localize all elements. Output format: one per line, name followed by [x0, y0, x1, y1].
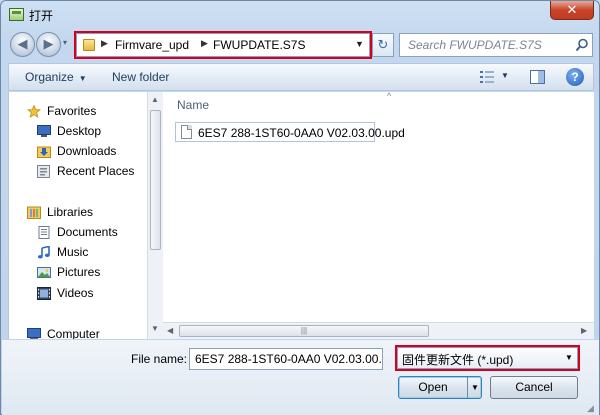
view-options-dropdown-icon[interactable]: ▼: [501, 71, 509, 80]
file-type-dropdown-icon[interactable]: ▼: [565, 353, 573, 362]
nav-item-label: Music: [57, 245, 89, 259]
nav-item-label: Desktop: [57, 124, 102, 138]
address-dropdown-icon[interactable]: ▼: [355, 39, 364, 49]
command-toolbar: Organize ▼ New folder ▼ ?: [8, 63, 594, 91]
column-header-label: Name: [177, 98, 210, 112]
nav-item-label: Pictures: [57, 265, 101, 279]
open-options-dropdown-icon[interactable]: ▼: [467, 377, 482, 398]
computer-icon: [27, 328, 41, 339]
breadcrumb-firmvare-upd[interactable]: Firmvare_upd: [115, 38, 189, 52]
documents-icon: [38, 226, 50, 239]
resize-grip-icon[interactable]: ◢: [587, 403, 594, 414]
nav-item-label: Computer: [47, 327, 100, 339]
nav-item-label: Recent Places: [57, 164, 135, 178]
address-bar[interactable]: ▶ Firmvare_upd ▶ FWUPDATE.S7S ▼: [76, 33, 370, 57]
navigation-pane: Favorites Desktop Downloads Recent Place…: [8, 92, 155, 339]
breadcrumb-fwupdate-s7s[interactable]: FWUPDATE.S7S: [213, 38, 305, 52]
change-view-icon[interactable]: [479, 70, 495, 84]
file-item[interactable]: 6ES7 288-1ST60-0AA0 V02.03.00.upd: [175, 122, 405, 142]
scroll-down-icon[interactable]: ▼: [151, 324, 159, 333]
scroll-left-icon[interactable]: ◀: [167, 326, 173, 335]
nav-item-label: Libraries: [47, 205, 94, 219]
downloads-folder-icon: [37, 146, 51, 158]
window-title: 打开: [29, 9, 54, 23]
music-icon: [38, 246, 50, 259]
help-icon[interactable]: ?: [566, 68, 584, 86]
recent-places-icon: [37, 165, 50, 178]
open-button[interactable]: Open ▼: [398, 376, 482, 399]
breadcrumb-separator-icon[interactable]: ▶: [201, 38, 208, 49]
nav-item-label: Downloads: [57, 144, 117, 158]
scroll-up-icon[interactable]: ▲: [151, 95, 159, 104]
nav-item-label: Documents: [57, 225, 118, 239]
search-box[interactable]: Search FWUPDATE.S7S: [399, 33, 593, 57]
preview-pane-icon[interactable]: [530, 70, 545, 84]
libraries-icon: [27, 206, 41, 219]
navigation-pane-scrollbar[interactable]: ▲ ▼: [147, 92, 163, 339]
column-header-name[interactable]: Name: [177, 98, 209, 112]
scroll-thumb[interactable]: |||: [179, 325, 429, 337]
scroll-thumb[interactable]: [150, 110, 161, 250]
back-button[interactable]: ◀: [10, 32, 35, 57]
file-name-label: File name:: [131, 352, 188, 366]
refresh-button[interactable]: ↻: [372, 33, 394, 57]
folder-icon: [83, 39, 95, 51]
organize-button[interactable]: Organize ▼: [25, 70, 87, 84]
title-bar[interactable]: 打开 ✕: [1, 1, 599, 29]
window-app-icon: [9, 8, 24, 21]
organize-label: Organize: [25, 70, 74, 84]
close-button[interactable]: ✕: [550, 1, 594, 20]
file-name: 6ES7 288-1ST60-0AA0 V02.03.00.upd: [198, 126, 405, 140]
new-folder-button[interactable]: New folder: [112, 70, 169, 84]
scroll-grip-icon: |||: [300, 326, 308, 335]
star-icon: [27, 105, 41, 118]
nav-item-label: Videos: [57, 286, 94, 300]
breadcrumb-separator-icon[interactable]: ▶: [101, 38, 108, 49]
sort-ascending-icon: ^: [387, 91, 392, 101]
cancel-button[interactable]: Cancel: [490, 376, 578, 399]
recent-locations-chevron-icon[interactable]: ▾: [63, 38, 67, 47]
file-list: Name ^ 6ES7 288-1ST60-0AA0 V02.03.00.upd: [163, 91, 594, 322]
open-button-label: Open: [418, 380, 448, 394]
organize-dropdown-icon: ▼: [78, 74, 87, 83]
search-placeholder[interactable]: Search FWUPDATE.S7S: [408, 38, 542, 52]
forward-button[interactable]: ▶: [36, 32, 61, 57]
pictures-icon: [37, 267, 51, 278]
nav-item-label: Favorites: [47, 104, 97, 118]
desktop-icon: [37, 125, 51, 137]
file-name-input[interactable]: 6ES7 288-1ST60-0AA0 V02.03.00.upd: [189, 348, 383, 370]
file-icon: [181, 125, 192, 139]
open-file-dialog: 打开 ✕ ◀ ▶ ▾ ▶ Firmvare_upd ▶ FWUPDATE.S7S…: [0, 0, 600, 415]
search-icon[interactable]: [575, 38, 589, 52]
file-type-select[interactable]: 固件更新文件 (*.upd) ▼: [397, 347, 578, 369]
videos-icon: [37, 287, 51, 300]
scroll-right-icon[interactable]: ▶: [581, 326, 587, 335]
file-list-horizontal-scrollbar[interactable]: ◀ ||| ▶: [163, 322, 594, 339]
file-type-value: 固件更新文件 (*.upd): [402, 353, 514, 367]
